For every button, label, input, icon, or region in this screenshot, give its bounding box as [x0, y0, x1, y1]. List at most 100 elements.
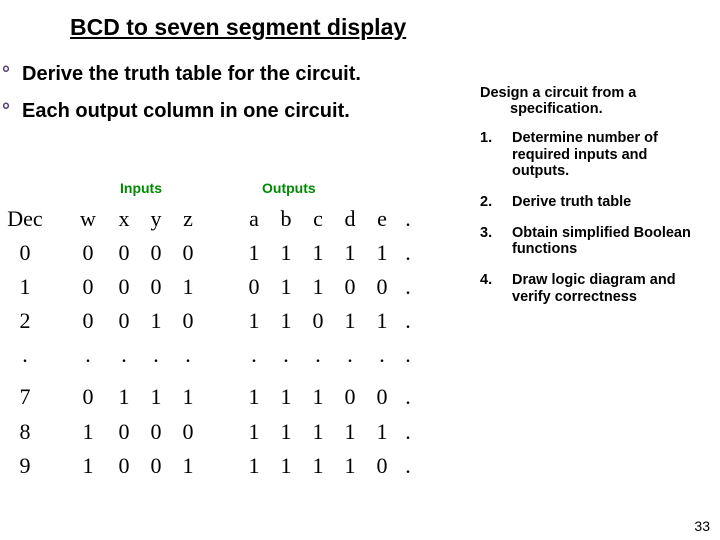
cell: 1 — [238, 304, 270, 338]
cell: 1 — [270, 415, 302, 449]
design-step: 2.Derive truth table — [480, 194, 712, 211]
design-step: 1. Determine number of required inputs an… — [480, 130, 712, 180]
cell: 0 — [366, 270, 398, 304]
page-number: 33 — [694, 518, 710, 534]
cell: 8 — [0, 415, 50, 449]
cell: 1 — [302, 270, 334, 304]
cell: . — [172, 338, 204, 372]
cell: 0 — [366, 449, 398, 483]
cell — [204, 449, 238, 483]
bullet-item: ° Derive the truth table for the circuit… — [2, 63, 720, 86]
cell: 1 — [270, 236, 302, 270]
cell — [204, 338, 238, 372]
cell: 0 — [108, 415, 140, 449]
col-d: d — [334, 202, 366, 236]
cell: 1 — [302, 449, 334, 483]
step-number: 4. — [480, 272, 498, 305]
slide-title: BCD to seven segment display — [0, 0, 720, 45]
cell: 1 — [238, 415, 270, 449]
cell — [204, 236, 238, 270]
cell: 1 — [302, 380, 334, 414]
cell: 1 — [270, 449, 302, 483]
table-row: 0000011111. — [0, 236, 470, 270]
cell: 0 — [302, 304, 334, 338]
cell: 7 — [0, 380, 50, 414]
cell: . — [108, 338, 140, 372]
cell: 0 — [0, 236, 50, 270]
bullet-text: Derive the truth table for the circuit. — [22, 63, 361, 86]
cell: 0 — [108, 449, 140, 483]
cell: . — [398, 236, 418, 270]
col-w: w — [68, 202, 108, 236]
step-text: Determine number of required inputs and … — [512, 130, 712, 180]
cell: 1 — [68, 449, 108, 483]
step-number: 1. — [480, 130, 498, 180]
cell: 1 — [68, 415, 108, 449]
inputs-label: Inputs — [120, 180, 162, 196]
table-row: 7011111100. — [0, 380, 470, 414]
col-dec: Dec — [0, 202, 50, 236]
cell: 1 — [334, 236, 366, 270]
cell: 1 — [140, 380, 172, 414]
col-b: b — [270, 202, 302, 236]
table-header-row: Dec w x y z a b c d e . — [0, 202, 470, 236]
cell: 1 — [172, 270, 204, 304]
cell: 0 — [366, 380, 398, 414]
bullet-marker-icon: ° — [2, 100, 16, 123]
cell: . — [398, 304, 418, 338]
cell: 0 — [140, 236, 172, 270]
cell — [204, 304, 238, 338]
cell: 1 — [270, 304, 302, 338]
cell: 1 — [172, 380, 204, 414]
cell: 1 — [238, 449, 270, 483]
cell: 1 — [238, 236, 270, 270]
cell: . — [366, 338, 398, 372]
table-row: 2001011011. — [0, 304, 470, 338]
design-step: 3. Obtain simplified Boolean functions — [480, 225, 712, 258]
cell: 1 — [172, 449, 204, 483]
cell: 1 — [334, 304, 366, 338]
cell: 0 — [108, 236, 140, 270]
cell: 1 — [270, 270, 302, 304]
design-title-line1: Design a circuit from a — [480, 85, 636, 101]
outputs-label: Outputs — [262, 180, 316, 196]
cell: 0 — [172, 415, 204, 449]
design-steps-panel: Design a circuit from a specification. 1… — [480, 86, 712, 319]
cell: . — [140, 338, 172, 372]
cell: 0 — [140, 415, 172, 449]
cell — [204, 380, 238, 414]
cell: 0 — [172, 304, 204, 338]
cell: 0 — [108, 304, 140, 338]
step-text: Obtain simplified Boolean functions — [512, 225, 712, 258]
cell: . — [238, 338, 270, 372]
step-number: 2. — [480, 194, 498, 211]
table-row: 8100011111. — [0, 415, 470, 449]
step-text: Draw logic diagram and verify correctnes… — [512, 272, 712, 305]
bullet-marker-icon: ° — [2, 63, 16, 86]
cell: 0 — [334, 270, 366, 304]
cell: 1 — [334, 449, 366, 483]
col-a: a — [238, 202, 270, 236]
cell: 0 — [68, 304, 108, 338]
design-title-line2: specification. — [480, 102, 712, 118]
col-z: z — [172, 202, 204, 236]
cell: 0 — [172, 236, 204, 270]
design-step: 4. Draw logic diagram and verify correctn… — [480, 272, 712, 305]
cell: 1 — [366, 304, 398, 338]
table-row: ........... — [0, 338, 470, 372]
cell: 9 — [0, 449, 50, 483]
col-x: x — [108, 202, 140, 236]
col-spacer — [204, 202, 238, 236]
cell: 1 — [0, 270, 50, 304]
cell: 0 — [140, 449, 172, 483]
table-row: 9100111110. — [0, 449, 470, 483]
step-number: 3. — [480, 225, 498, 258]
cell: . — [398, 415, 418, 449]
table-gap — [0, 372, 470, 380]
design-title: Design a circuit from a specification. — [480, 86, 712, 118]
cell: 1 — [238, 380, 270, 414]
cell: . — [334, 338, 366, 372]
cell: . — [270, 338, 302, 372]
cell: 1 — [334, 415, 366, 449]
cell: 2 — [0, 304, 50, 338]
